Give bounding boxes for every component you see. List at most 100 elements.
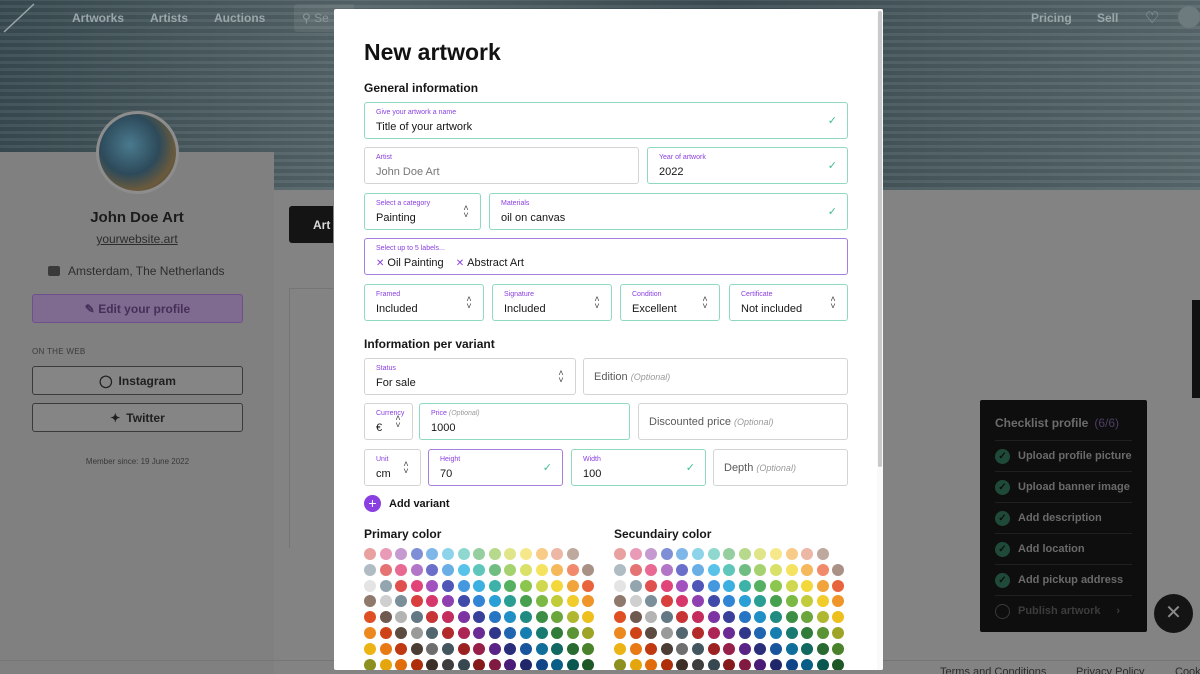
color-swatch[interactable]	[566, 579, 579, 592]
color-swatch[interactable]	[364, 642, 376, 655]
instagram-button[interactable]: ◯ Instagram	[32, 366, 243, 395]
color-swatch[interactable]	[441, 548, 454, 560]
color-swatch[interactable]	[738, 611, 751, 624]
color-swatch[interactable]	[754, 642, 767, 655]
color-swatch[interactable]	[629, 642, 642, 655]
color-swatch[interactable]	[614, 642, 626, 655]
scrollbar-thumb[interactable]	[878, 11, 882, 467]
color-swatch[interactable]	[566, 548, 579, 560]
color-swatch[interactable]	[535, 658, 548, 670]
category-select[interactable]: Select a category Painting ˄ ˅	[364, 193, 481, 230]
twitter-button[interactable]: ✦ Twitter	[32, 403, 243, 432]
color-swatch[interactable]	[832, 642, 845, 655]
price-field[interactable]: Price (Optional) 1000	[419, 403, 630, 440]
checklist-item[interactable]: ✓ Upload profile picture	[995, 440, 1132, 471]
width-field[interactable]: Width 100 ✓	[571, 449, 706, 486]
color-swatch[interactable]	[614, 658, 626, 670]
color-swatch[interactable]	[566, 642, 579, 655]
depth-field[interactable]: Depth (Optional)	[713, 449, 848, 486]
color-swatch[interactable]	[676, 563, 689, 576]
color-swatch[interactable]	[473, 658, 486, 670]
color-swatch[interactable]	[410, 626, 423, 639]
color-swatch[interactable]	[488, 658, 501, 670]
color-swatch[interactable]	[379, 548, 392, 560]
color-swatch[interactable]	[660, 579, 673, 592]
color-swatch[interactable]	[832, 595, 845, 608]
color-swatch[interactable]	[504, 626, 517, 639]
currency-select[interactable]: Currency € ˄ ˅	[364, 403, 413, 440]
color-swatch[interactable]	[816, 658, 829, 670]
color-swatch[interactable]	[754, 548, 767, 560]
color-swatch[interactable]	[395, 626, 408, 639]
color-swatch[interactable]	[801, 595, 814, 608]
color-swatch[interactable]	[832, 563, 845, 576]
checklist-item[interactable]: ✓ Add location	[995, 533, 1132, 564]
color-swatch[interactable]	[754, 579, 767, 592]
color-swatch[interactable]	[473, 563, 486, 576]
footer-terms-link[interactable]: Terms and Conditions	[940, 666, 1046, 674]
color-swatch[interactable]	[426, 642, 439, 655]
color-swatch[interactable]	[457, 563, 470, 576]
color-swatch[interactable]	[738, 579, 751, 592]
color-swatch[interactable]	[566, 626, 579, 639]
labels-multiselect[interactable]: Select up to 5 labels... ✕ Oil Painting ✕…	[364, 238, 848, 275]
color-swatch[interactable]	[426, 611, 439, 624]
color-swatch[interactable]	[441, 626, 454, 639]
nav-auctions[interactable]: Auctions	[214, 11, 265, 25]
close-icon[interactable]: ✕	[1154, 594, 1193, 633]
color-swatch[interactable]	[441, 611, 454, 624]
color-swatch[interactable]	[410, 642, 423, 655]
color-swatch[interactable]	[707, 548, 720, 560]
color-swatch[interactable]	[769, 563, 782, 576]
color-swatch[interactable]	[441, 563, 454, 576]
color-swatch[interactable]	[785, 642, 798, 655]
color-swatch[interactable]	[504, 642, 517, 655]
color-swatch[interactable]	[488, 626, 501, 639]
color-swatch[interactable]	[738, 626, 751, 639]
logo-icon[interactable]	[0, 0, 38, 36]
color-swatch[interactable]	[832, 611, 845, 624]
color-swatch[interactable]	[426, 579, 439, 592]
tab-artworks[interactable]: Art	[289, 206, 333, 243]
color-swatch[interactable]	[738, 642, 751, 655]
color-swatch[interactable]	[723, 579, 736, 592]
color-swatch[interactable]	[785, 579, 798, 592]
color-swatch[interactable]	[816, 563, 829, 576]
heart-icon[interactable]: ♡	[1145, 8, 1159, 28]
color-swatch[interactable]	[676, 658, 689, 670]
color-swatch[interactable]	[629, 595, 642, 608]
color-swatch[interactable]	[629, 563, 642, 576]
color-swatch[interactable]	[457, 626, 470, 639]
color-swatch[interactable]	[519, 642, 532, 655]
color-swatch[interactable]	[676, 642, 689, 655]
signature-select[interactable]: Signature Included ˄ ˅	[492, 284, 612, 321]
color-swatch[interactable]	[769, 611, 782, 624]
color-swatch[interactable]	[660, 658, 673, 670]
color-swatch[interactable]	[364, 548, 376, 560]
color-swatch[interactable]	[785, 548, 798, 560]
color-swatch[interactable]	[832, 579, 845, 592]
color-swatch[interactable]	[488, 579, 501, 592]
color-swatch[interactable]	[629, 548, 642, 560]
color-swatch[interactable]	[582, 595, 595, 608]
year-field[interactable]: Year of artwork 2022 ✓	[647, 147, 848, 184]
color-swatch[interactable]	[551, 579, 564, 592]
color-swatch[interactable]	[364, 563, 376, 576]
color-swatch[interactable]	[645, 563, 658, 576]
color-swatch[interactable]	[551, 595, 564, 608]
color-swatch[interactable]	[457, 658, 470, 670]
color-swatch[interactable]	[754, 595, 767, 608]
color-swatch[interactable]	[769, 595, 782, 608]
color-swatch[interactable]	[691, 611, 704, 624]
nav-artworks[interactable]: Artworks	[72, 11, 124, 25]
color-swatch[interactable]	[723, 611, 736, 624]
color-swatch[interactable]	[691, 658, 704, 670]
color-swatch[interactable]	[832, 548, 845, 560]
color-swatch[interactable]	[535, 611, 548, 624]
add-variant-button[interactable]: + Add variant	[364, 495, 450, 512]
color-swatch[interactable]	[504, 595, 517, 608]
color-swatch[interactable]	[457, 595, 470, 608]
color-swatch[interactable]	[754, 563, 767, 576]
color-swatch[interactable]	[676, 548, 689, 560]
color-swatch[interactable]	[645, 579, 658, 592]
